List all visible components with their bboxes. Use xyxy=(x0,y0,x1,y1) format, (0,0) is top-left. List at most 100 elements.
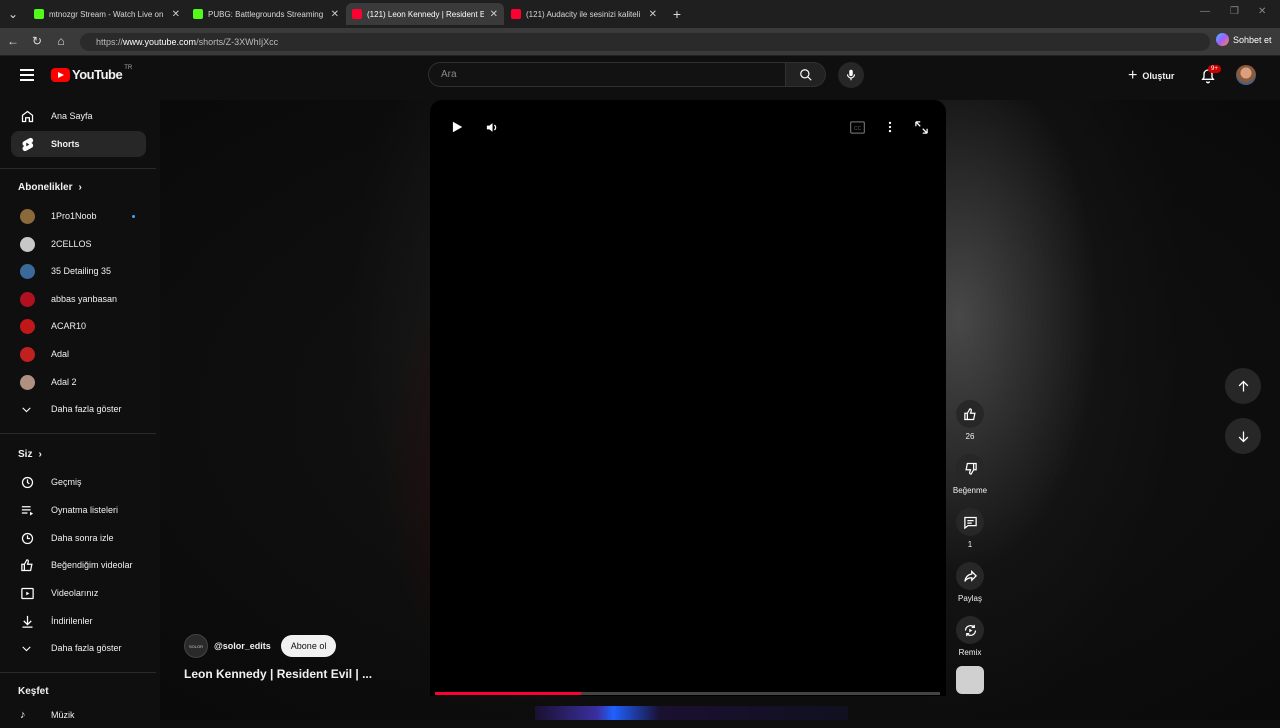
channel-name[interactable]: @solor_edits xyxy=(214,641,271,651)
share-action[interactable]: Paylaş xyxy=(953,562,987,603)
tab-close-icon[interactable]: ✕ xyxy=(490,9,498,20)
you-heading[interactable]: Siz › xyxy=(18,449,42,460)
sidebar-item-playlists[interactable]: Oynatma listeleri xyxy=(11,497,146,523)
sidebar-item-music[interactable]: ♪ Müzik xyxy=(11,702,146,728)
sidebar-item-downloads[interactable]: İndirilenler xyxy=(11,608,146,634)
sidebar-item-subscription[interactable]: Adal 2 xyxy=(11,369,146,395)
video-progress-bar[interactable] xyxy=(435,692,940,695)
more-options-icon[interactable] xyxy=(883,120,897,134)
copilot-chat-button[interactable]: Sohbet et xyxy=(1216,33,1272,46)
comments-button[interactable] xyxy=(956,508,984,536)
video-title[interactable]: Leon Kennedy | Resident Evil | ... xyxy=(184,667,372,681)
comments-action[interactable]: 1 xyxy=(953,508,987,549)
comment-icon xyxy=(963,516,977,529)
channel-avatar xyxy=(20,318,35,334)
sidebar-item-subscription[interactable]: ACAR10 xyxy=(11,313,146,339)
dislike-button[interactable] xyxy=(956,454,984,482)
tab-2-active[interactable]: (121) Leon Kennedy | Resident Evil ✕ xyxy=(346,3,504,25)
tab-1[interactable]: PUBG: Battlegrounds Streaming - K ✕ xyxy=(187,3,345,25)
account-avatar[interactable] xyxy=(1236,65,1256,85)
like-count: 26 xyxy=(965,432,975,441)
sidebar-item-label: abbas yanbasan xyxy=(51,294,118,304)
chevron-right-icon: › xyxy=(38,449,42,460)
maximize-icon[interactable]: ❐ xyxy=(1230,6,1239,17)
sidebar-item-home[interactable]: Ana Sayfa xyxy=(11,103,146,129)
dislike-action[interactable]: Beğenme xyxy=(953,454,987,495)
channel-avatar[interactable]: SOLOR xyxy=(184,634,208,658)
sidebar-item-history[interactable]: Geçmiş xyxy=(11,469,146,495)
back-icon[interactable]: ← xyxy=(6,34,20,48)
sidebar-item-subscription[interactable]: 1Pro1Noob xyxy=(11,203,146,229)
reload-icon[interactable]: ↻ xyxy=(30,34,44,48)
subscribe-button[interactable]: Abone ol xyxy=(280,635,337,657)
new-tab-icon[interactable]: + xyxy=(670,7,684,21)
tab-close-icon[interactable]: ✕ xyxy=(649,9,657,20)
thumbs-down-icon xyxy=(964,462,977,475)
share-button[interactable] xyxy=(956,562,984,590)
voice-search-button[interactable] xyxy=(838,62,864,88)
tab-close-icon[interactable]: ✕ xyxy=(331,9,339,20)
sidebar-item-liked-videos[interactable]: Beğendiğim videolar xyxy=(11,552,146,578)
channel-avatar xyxy=(20,291,35,307)
captions-icon[interactable]: CC xyxy=(850,121,865,134)
shorts-video-player[interactable] xyxy=(430,100,946,696)
show-more-you[interactable]: Daha fazla göster xyxy=(11,635,146,661)
sidebar-item-subscription[interactable]: 35 Detailing 35 xyxy=(11,258,146,284)
arrow-down-icon xyxy=(1238,431,1248,442)
remix-button[interactable] xyxy=(956,616,984,644)
window-close-icon[interactable]: ✕ xyxy=(1258,6,1266,17)
comment-count: 1 xyxy=(967,540,973,549)
remix-action[interactable]: Remix xyxy=(953,616,987,657)
explore-heading-label: Keşfet xyxy=(18,686,49,697)
next-short-preview xyxy=(535,706,848,720)
sidebar-item-subscription[interactable]: Adal xyxy=(11,341,146,367)
tab-0[interactable]: mtnozgr Stream - Watch Live on K ✕ xyxy=(28,3,186,25)
like-button[interactable] xyxy=(956,400,984,428)
tab-close-icon[interactable]: ✕ xyxy=(172,9,180,20)
fullscreen-icon[interactable] xyxy=(914,120,929,135)
minimize-icon[interactable]: — xyxy=(1200,6,1210,17)
chat-label: Sohbet et xyxy=(1233,34,1272,45)
you-heading-label: Siz xyxy=(18,449,33,460)
sidebar-item-label: ACAR10 xyxy=(51,321,87,331)
plus-icon: + xyxy=(1128,67,1138,84)
previous-short-button[interactable] xyxy=(1225,368,1261,404)
sidebar-item-your-videos[interactable]: Videolarınız xyxy=(11,580,146,606)
create-button[interactable]: + Oluştur xyxy=(1128,67,1174,85)
shorts-icon xyxy=(22,137,34,151)
explore-heading: Keşfet xyxy=(18,686,49,697)
show-more-subscriptions[interactable]: Daha fazla göster xyxy=(11,396,146,422)
like-action[interactable]: 26 xyxy=(953,400,987,441)
youtube-favicon-icon xyxy=(352,9,362,19)
tab-3[interactable]: (121) Audacity ile sesinizi kaliteli h ✕ xyxy=(505,3,663,25)
youtube-logo[interactable]: YouTube TR xyxy=(51,65,132,82)
sidebar-item-watch-later[interactable]: Daha sonra izle xyxy=(11,525,146,551)
play-icon[interactable] xyxy=(450,120,464,134)
search-input[interactable]: Ara xyxy=(428,62,786,87)
sidebar-item-subscription[interactable]: abbas yanbasan xyxy=(11,286,146,312)
url-field[interactable]: https://www.youtube.com/shorts/Z-3XWhIjX… xyxy=(80,33,1210,51)
tab-list-icon[interactable]: ⌄ xyxy=(6,7,20,21)
subscriptions-heading-label: Abonelikler xyxy=(18,182,73,193)
youtube-play-icon xyxy=(51,67,70,82)
search-button[interactable] xyxy=(786,62,826,87)
volume-icon[interactable] xyxy=(485,120,500,135)
sidebar-item-subscription[interactable]: 2CELLOS xyxy=(11,231,146,257)
next-short-button[interactable] xyxy=(1225,418,1261,454)
youtube-favicon-icon xyxy=(511,9,521,19)
sidebar-item-label: 2CELLOS xyxy=(51,239,92,249)
channel-avatar xyxy=(20,236,35,252)
subscriptions-heading[interactable]: Abonelikler › xyxy=(18,182,82,193)
menu-icon[interactable] xyxy=(20,69,34,81)
your-videos-icon xyxy=(21,587,34,599)
share-icon xyxy=(963,569,977,582)
sidebar-item-label: Geçmiş xyxy=(51,477,82,487)
download-icon xyxy=(22,615,33,628)
home-browser-icon[interactable]: ⌂ xyxy=(54,34,68,48)
sidebar-item-shorts[interactable]: Shorts xyxy=(11,131,146,157)
url-path: /shorts/Z-3XWhIjXcc xyxy=(196,37,279,47)
divider xyxy=(0,168,156,169)
create-label: Oluştur xyxy=(1142,71,1175,81)
sound-thumbnail[interactable] xyxy=(956,666,984,694)
home-icon xyxy=(21,110,34,122)
